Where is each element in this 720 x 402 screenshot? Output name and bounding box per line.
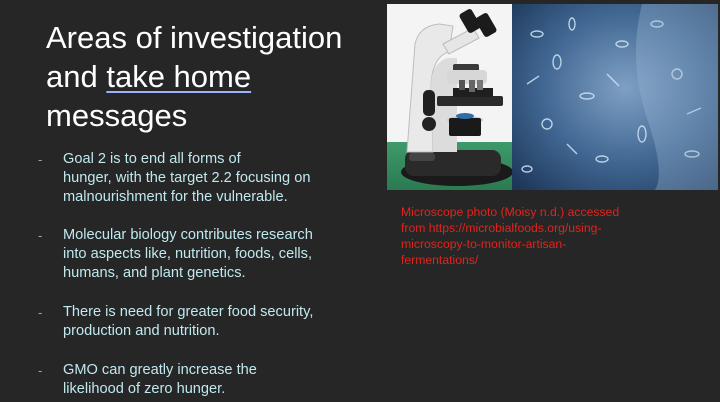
bullet-dash: - [38,152,43,167]
slide-title: Areas of investigation and take home mes… [46,18,376,135]
bullet-dash: - [38,363,43,378]
bullet-line: production and nutrition. [63,323,220,339]
bullet-line: Goal 2 is to end all forms of [63,151,241,167]
caption-line: from https://microbialfoods.org/using- [401,221,602,235]
bullet-line: into aspects like, nutrition, foods, cel… [63,246,313,262]
title-line-1: Areas of investigation [46,20,343,55]
bullet-line: humans, and plant genetics. [63,265,246,281]
caption-line: Microscope photo (Moisy n.d.) accessed [401,205,620,219]
bullet-line: likelihood of zero hunger. [63,381,226,397]
title-line-2-prefix: and [46,59,107,94]
title-line-3: messages [46,98,188,133]
title-link-take-home[interactable]: take home [106,59,251,94]
caption-line: fermentations/ [401,253,479,267]
microscope-image-panel [387,4,718,190]
image-caption: Microscope photo (Moisy n.d.) accessed f… [401,204,701,268]
bullet-line: malnourishment for the vulnerable. [63,189,288,205]
bullet-dash: - [38,305,43,320]
bullet-line: GMO can greatly increase the [63,362,257,378]
caption-line: microscopy-to-monitor-artisan- [401,237,567,251]
bullet-line: hunger, with the target 2.2 focusing on [63,170,311,186]
bullet-dash: - [38,228,43,243]
bullet-line: Molecular biology contributes research [63,227,313,243]
presentation-slide: Areas of investigation and take home mes… [0,0,720,402]
title-line-2: and take home [46,57,376,96]
microscope-photo [387,4,718,190]
bullet-line: There is need for greater food security, [63,304,314,320]
